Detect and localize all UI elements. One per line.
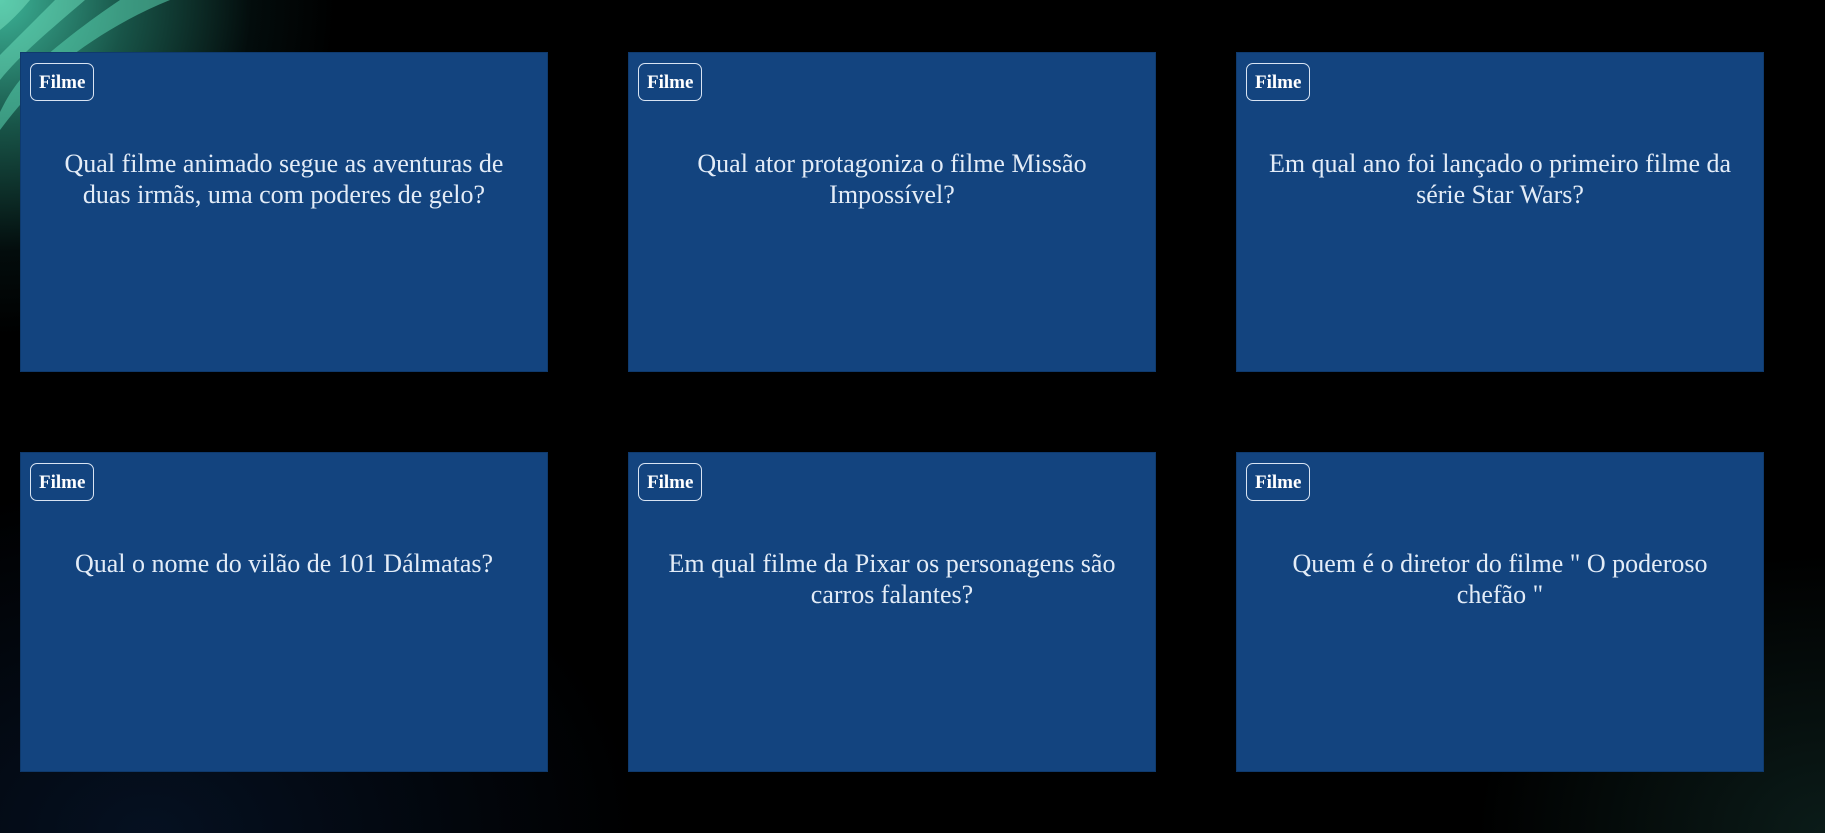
- category-badge: Filme: [638, 63, 703, 101]
- category-badge: Filme: [638, 463, 703, 501]
- question-card-5[interactable]: Filme Em qual filme da Pixar os personag…: [628, 452, 1156, 772]
- question-card-2[interactable]: Filme Qual ator protagoniza o filme Miss…: [628, 52, 1156, 372]
- question-text: Qual o nome do vilão de 101 Dálmatas?: [74, 549, 494, 578]
- question-text: Qual filme animado segue as aventuras de…: [64, 149, 504, 209]
- question-card-3[interactable]: Filme Em qual ano foi lançado o primeiro…: [1236, 52, 1764, 372]
- category-badge: Filme: [1246, 63, 1311, 101]
- question-text: Em qual ano foi lançado o primeiro filme…: [1268, 149, 1732, 209]
- category-badge: Filme: [30, 463, 95, 501]
- question-text: Quem é o diretor do filme " O poderoso c…: [1292, 549, 1708, 609]
- category-badge: Filme: [1246, 463, 1311, 501]
- category-badge: Filme: [30, 63, 95, 101]
- question-text: Qual ator protagoniza o filme Missão Imp…: [697, 149, 1087, 209]
- question-text: Em qual filme da Pixar os personagens sã…: [668, 549, 1116, 609]
- question-card-4[interactable]: Filme Qual o nome do vilão de 101 Dálmat…: [20, 452, 548, 772]
- question-card-6[interactable]: Filme Quem é o diretor do filme " O pode…: [1236, 452, 1764, 772]
- question-card-1[interactable]: Filme Qual filme animado segue as aventu…: [20, 52, 548, 372]
